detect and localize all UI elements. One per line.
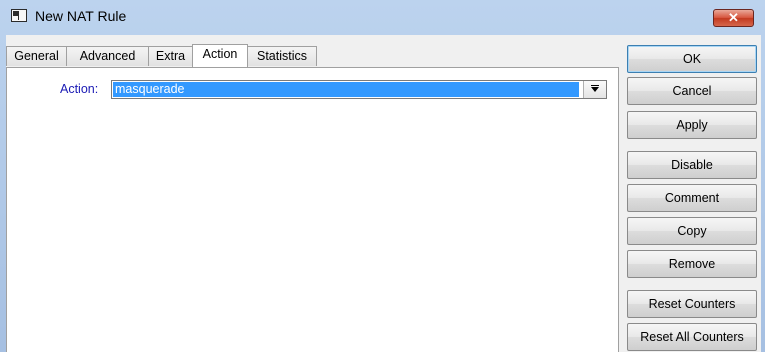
- tab-general[interactable]: General: [6, 46, 67, 66]
- title-bar[interactable]: New NAT Rule ✕: [0, 0, 765, 33]
- nat-rule-window: New NAT Rule ✕ General Advanced Extra Ac…: [0, 0, 765, 352]
- reset-all-counters-button[interactable]: Reset All Counters: [627, 323, 757, 351]
- action-label: Action:: [60, 82, 99, 96]
- action-tab-panel: [6, 67, 619, 352]
- reset-counters-button[interactable]: Reset Counters: [627, 290, 757, 318]
- action-select-value[interactable]: masquerade: [113, 82, 579, 97]
- window-title: New NAT Rule: [35, 8, 127, 24]
- tab-advanced[interactable]: Advanced: [66, 46, 149, 66]
- comment-button[interactable]: Comment: [627, 184, 757, 212]
- tab-statistics[interactable]: Statistics: [247, 46, 317, 66]
- dropdown-arrow-icon[interactable]: [583, 81, 606, 98]
- disable-button[interactable]: Disable: [627, 151, 757, 179]
- remove-button[interactable]: Remove: [627, 250, 757, 278]
- close-button[interactable]: ✕: [713, 9, 754, 27]
- tab-action[interactable]: Action: [192, 44, 248, 67]
- action-select[interactable]: masquerade: [111, 80, 607, 99]
- copy-button[interactable]: Copy: [627, 217, 757, 245]
- ok-button[interactable]: OK: [627, 45, 757, 73]
- cancel-button[interactable]: Cancel: [627, 77, 757, 105]
- apply-button[interactable]: Apply: [627, 111, 757, 139]
- window-icon: [11, 9, 27, 22]
- tab-extra[interactable]: Extra: [148, 46, 193, 66]
